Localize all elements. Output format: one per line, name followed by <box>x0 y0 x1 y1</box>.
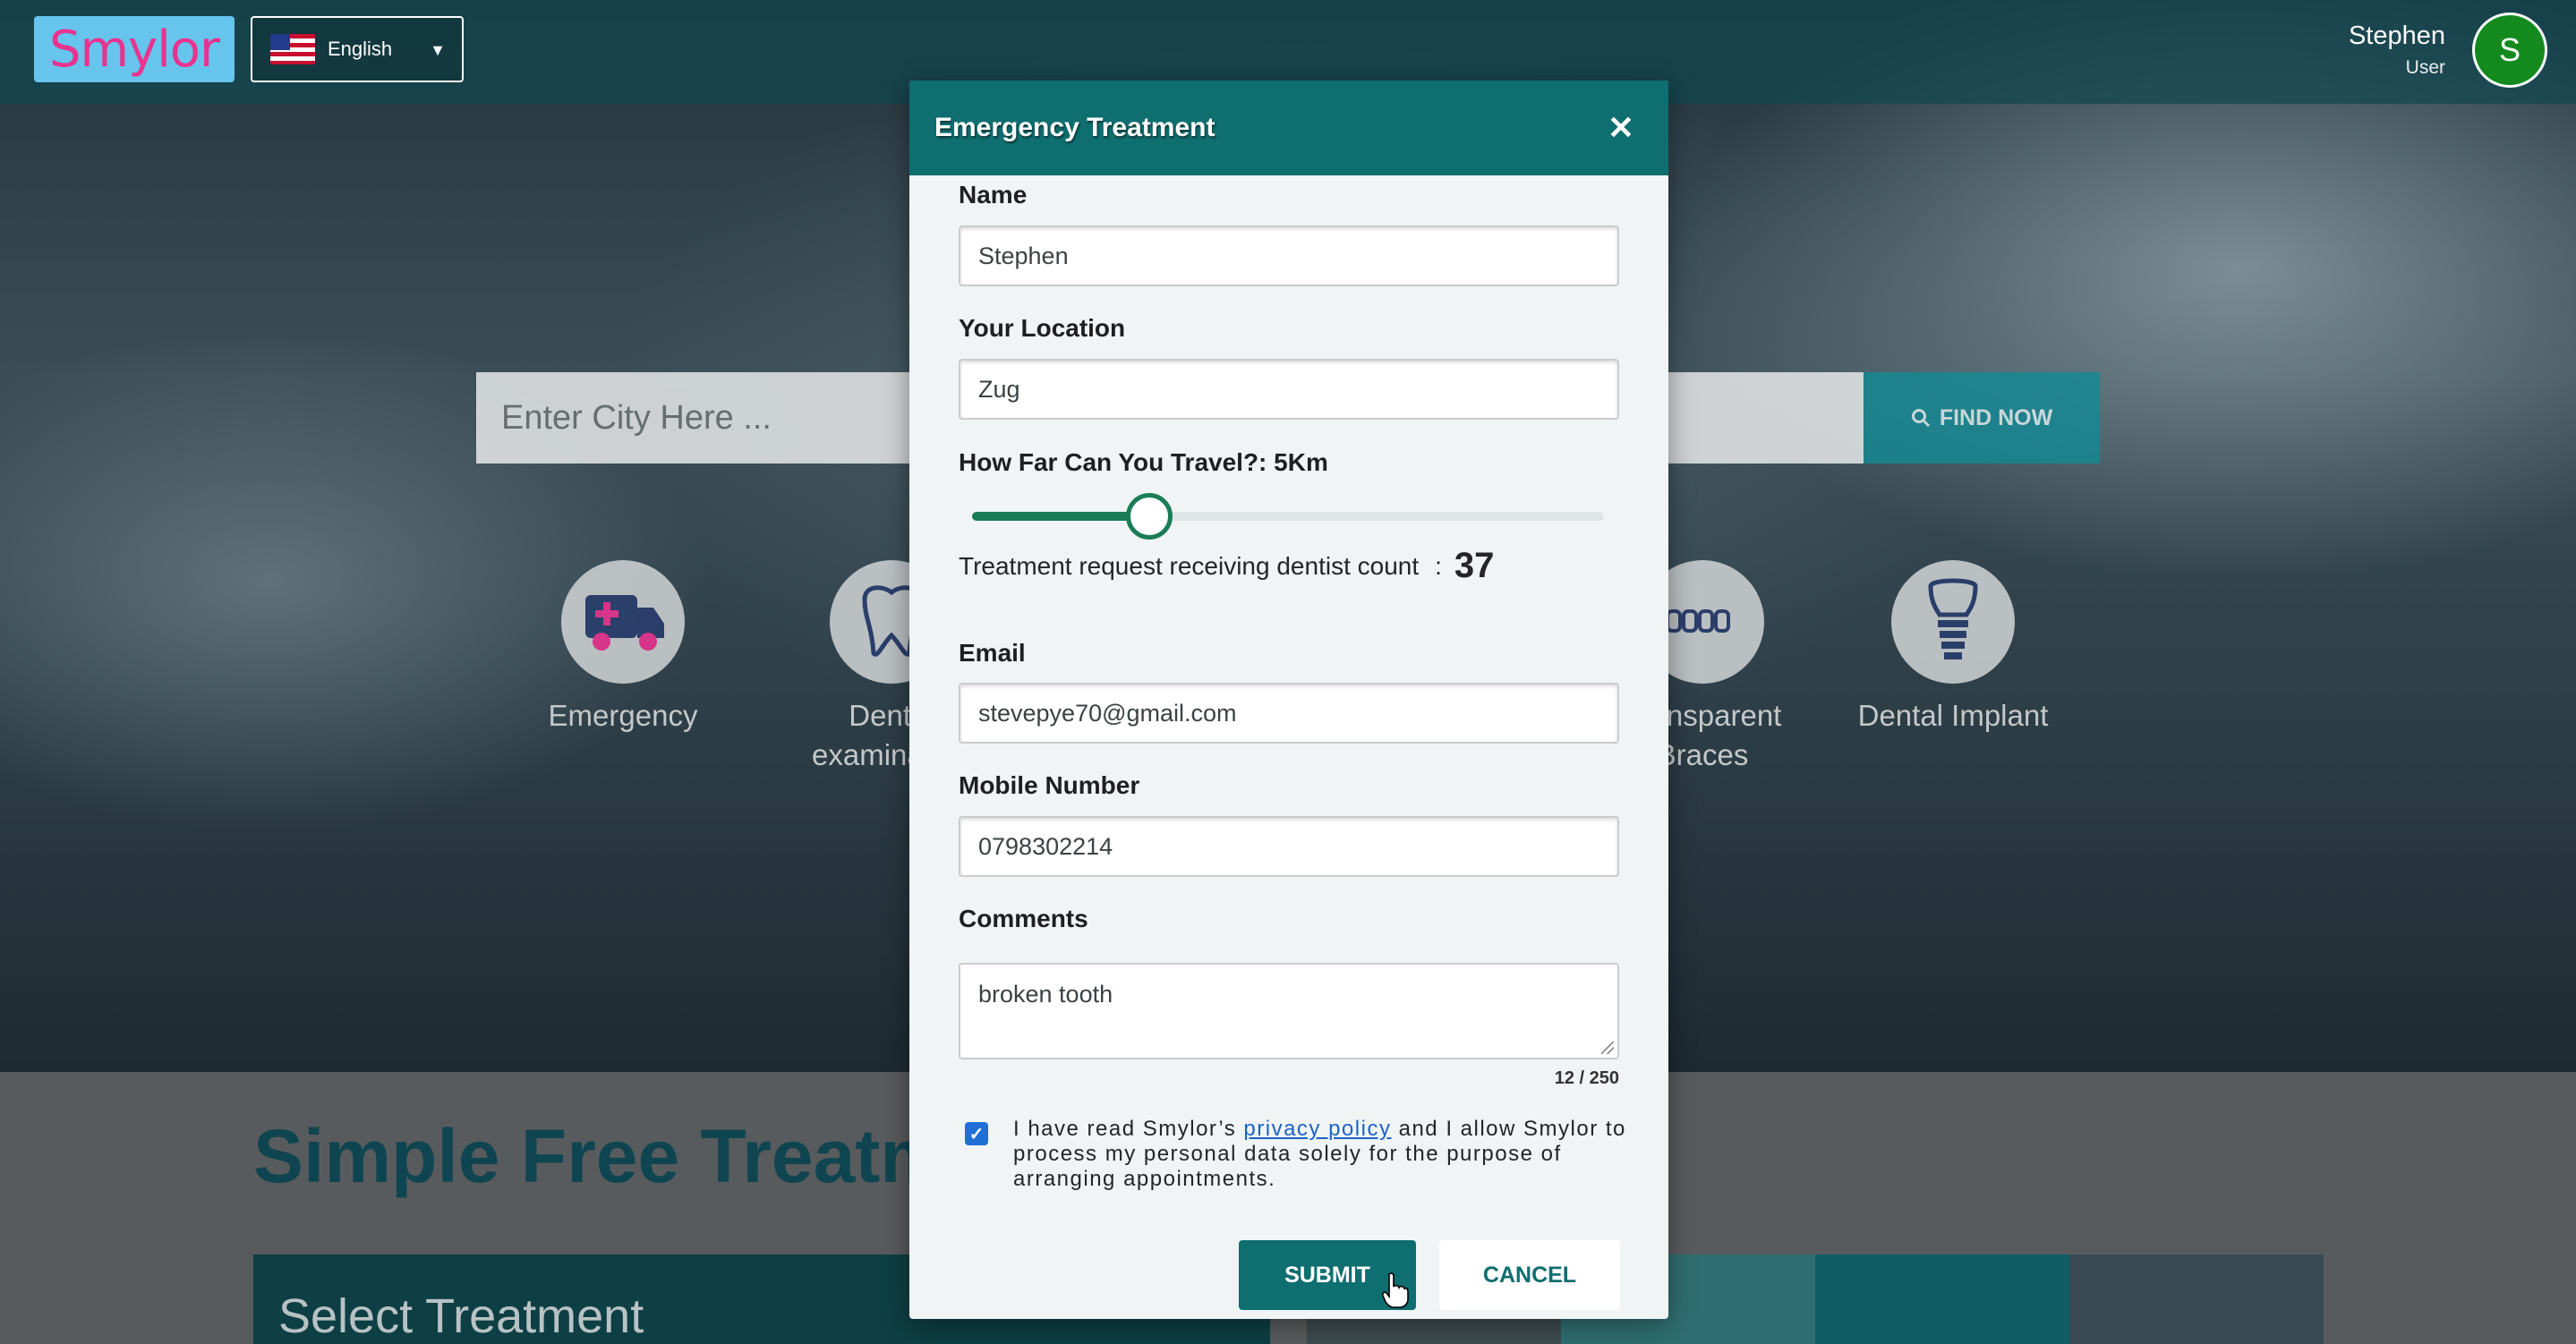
find-now-button[interactable]: FIND NOW <box>1864 372 2100 464</box>
smylor-logo[interactable]: Smylor <box>34 16 235 82</box>
dentist-count-separator: : <box>1435 551 1442 580</box>
consent-prefix: I have read Smylor’s <box>1013 1117 1244 1141</box>
search-icon <box>1911 409 1930 428</box>
name-label: Name <box>959 181 1028 208</box>
mobile-label: Mobile Number <box>959 771 1140 799</box>
travel-distance-slider[interactable] <box>972 493 1604 540</box>
find-now-label: FIND NOW <box>1939 404 2053 430</box>
user-name[interactable]: Stephen <box>2349 21 2445 51</box>
modal-title: Emergency Treatment <box>934 113 1215 142</box>
email-field[interactable]: stevepye70@gmail.com <box>959 683 1619 744</box>
hand-pointer-icon <box>1382 1272 1409 1308</box>
language-selector[interactable]: English ▼ <box>251 16 464 82</box>
comments-label: Comments <box>959 905 1088 932</box>
consent-checkbox[interactable]: ✓ <box>965 1122 988 1145</box>
email-label: Email <box>959 639 1026 667</box>
category-label: Emergency <box>548 699 698 732</box>
us-flag-icon <box>270 34 315 64</box>
resize-handle-icon[interactable] <box>1601 1042 1614 1054</box>
comments-field[interactable]: broken tooth <box>959 963 1619 1059</box>
dentist-count-value: 37 <box>1454 546 1495 585</box>
travel-distance-label: How Far Can You Travel?: 5Km <box>959 448 1328 476</box>
ambulance-icon <box>561 560 685 684</box>
dentist-count-label: Treatment request receiving dentist coun… <box>959 551 1420 580</box>
close-icon[interactable]: ✕ <box>1602 109 1640 147</box>
chevron-down-icon: ▼ <box>430 41 446 59</box>
emergency-treatment-modal: Emergency Treatment ✕ Name Stephen Your … <box>909 81 1668 1319</box>
character-counter: 12 / 250 <box>1554 1068 1619 1088</box>
location-field[interactable]: Zug <box>959 359 1619 420</box>
consent-text: I have read Smylor’s privacy policy and … <box>1013 1117 1627 1192</box>
category-dental-implant[interactable]: Dental Implant <box>1837 560 2069 736</box>
location-label: Your Location <box>959 314 1126 342</box>
implant-icon <box>1891 560 2015 684</box>
privacy-policy-link[interactable]: privacy policy <box>1243 1117 1391 1141</box>
slider-fill <box>972 512 1149 521</box>
category-label: Dental Implant <box>1857 699 2049 732</box>
comments-text: broken tooth <box>978 981 1113 1008</box>
dentist-count-row: Treatment request receiving dentist coun… <box>959 546 1494 586</box>
name-field[interactable]: Stephen <box>959 225 1619 286</box>
avatar[interactable]: S <box>2472 13 2547 88</box>
mobile-field[interactable]: 0798302214 <box>959 816 1619 877</box>
language-label: English <box>328 38 393 60</box>
consent-row: ✓ I have read Smylor’s privacy policy an… <box>965 1117 1627 1192</box>
slider-handle[interactable] <box>1125 493 1173 540</box>
category-emergency[interactable]: Emergency <box>507 560 739 736</box>
user-role: User <box>2405 57 2445 78</box>
modal-header: Emergency Treatment ✕ <box>909 81 1668 175</box>
cancel-button[interactable]: CANCEL <box>1439 1240 1620 1310</box>
